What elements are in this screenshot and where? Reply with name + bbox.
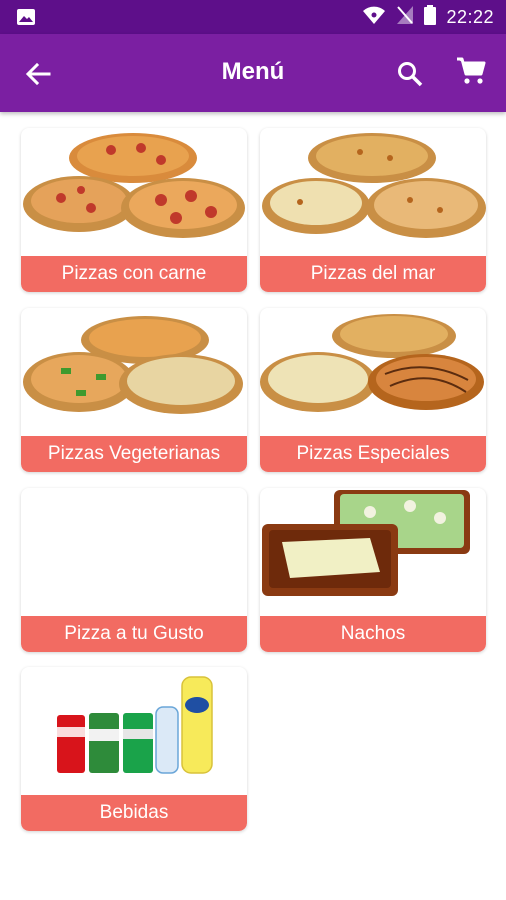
pizzas-special-image	[260, 308, 486, 436]
category-label: Pizzas con carne	[21, 256, 247, 292]
status-time: 22:22	[446, 6, 494, 27]
wifi-icon	[362, 5, 386, 30]
category-label: Pizzas del mar	[260, 256, 486, 292]
pizzas-meat-image	[21, 128, 247, 256]
category-card[interactable]: Bebidas	[21, 667, 247, 831]
cart-icon[interactable]	[454, 54, 488, 88]
category-label: Pizzas Especiales	[260, 436, 486, 472]
category-card[interactable]: Pizzas del mar	[260, 128, 486, 292]
category-card[interactable]: Pizzas Especiales	[260, 308, 486, 472]
nachos-image	[260, 488, 486, 616]
category-card[interactable]: Pizzas con carne	[21, 128, 247, 292]
status-bar: 22:22	[0, 0, 506, 34]
category-card[interactable]: Pizza a tu Gusto	[21, 488, 247, 652]
pizzas-seafood-image	[260, 128, 486, 256]
category-card[interactable]: Nachos	[260, 488, 486, 652]
category-label: Pizzas Vegeterianas	[21, 436, 247, 472]
pizzas-vegetarian-image	[21, 308, 247, 436]
app-bar: Menú	[0, 34, 506, 112]
signal-icon	[396, 5, 414, 30]
page-title: Menú	[221, 58, 285, 85]
category-card[interactable]: Pizzas Vegeterianas	[21, 308, 247, 472]
category-image-empty	[21, 488, 247, 616]
search-icon[interactable]	[394, 58, 426, 90]
category-label: Nachos	[260, 616, 486, 652]
category-label: Pizza a tu Gusto	[21, 616, 247, 652]
drinks-image	[21, 667, 247, 795]
category-label: Bebidas	[21, 795, 247, 831]
image-icon	[16, 8, 36, 26]
battery-icon	[424, 4, 437, 30]
